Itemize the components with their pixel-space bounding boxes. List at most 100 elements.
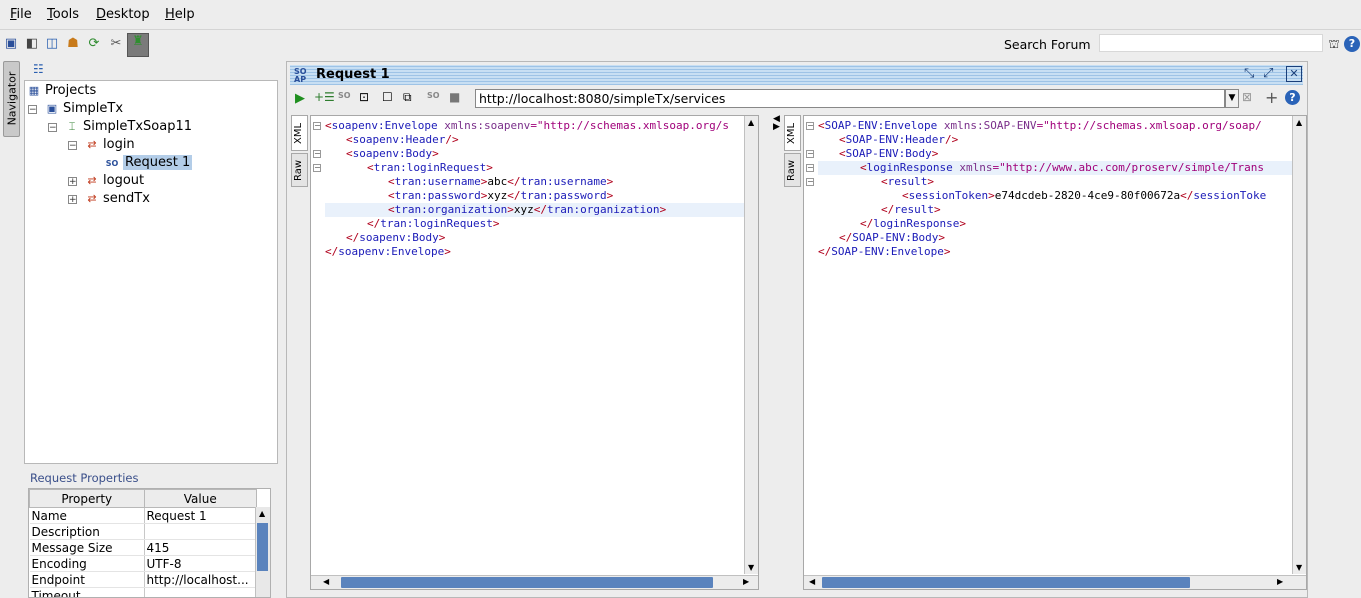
xml-line[interactable]: <tran:loginRequest> xyxy=(325,161,744,175)
projects-icon: ▦ xyxy=(28,84,40,97)
xml-line[interactable]: </tran:loginRequest> xyxy=(325,217,744,231)
tree-node-projects[interactable]: ▦ Projects xyxy=(27,82,96,99)
xml-line[interactable]: <result> xyxy=(818,175,1292,189)
tab-raw-response[interactable]: Raw xyxy=(784,153,801,187)
save-all-icon[interactable]: ◫ xyxy=(44,36,60,52)
response-xml-editor[interactable]: − − − − <SOAP-ENV:Envelope xmlns:SOAP-ENV="… xyxy=(803,115,1307,590)
tree-node-simpletxsoap11[interactable]: ⌶ SimpleTxSoap11 xyxy=(65,118,192,135)
request-xml-editor[interactable]: − − − <soapenv:Envelope xmlns:soapenv="htt… xyxy=(310,115,759,590)
expander-simpletx[interactable]: − xyxy=(28,105,37,115)
new-project-icon[interactable]: ▣ xyxy=(3,36,19,52)
response-editor-hscroll[interactable]: ◀ ▶ xyxy=(804,575,1306,589)
column-header-value[interactable]: Value xyxy=(143,489,257,508)
tree-node-sendtx[interactable]: ⇄ sendTx xyxy=(85,190,150,207)
menu-tools[interactable]: Tools xyxy=(47,7,79,22)
clone-request-icon[interactable]: SO xyxy=(338,91,351,100)
xml-line[interactable]: <soapenv:Body> xyxy=(325,147,744,161)
help-icon[interactable]: ? xyxy=(1344,36,1360,52)
fold-toggle[interactable]: − xyxy=(806,150,814,158)
fold-toggle[interactable]: − xyxy=(806,164,814,172)
add-to-testcase-icon[interactable]: +☰ xyxy=(314,90,335,104)
tree-node-request-1[interactable]: SO Request 1 xyxy=(105,154,193,171)
collapse-all-icon[interactable]: ☷ xyxy=(33,62,44,76)
scroll-thumb[interactable] xyxy=(341,577,713,588)
edit-endpoint-icon[interactable]: ⊠ xyxy=(1242,90,1252,104)
xml-line[interactable]: <SOAP-ENV:Body> xyxy=(818,147,1292,161)
expander-sendtx[interactable]: + xyxy=(68,195,77,205)
tree-node-logout[interactable]: ⇄ logout xyxy=(85,172,144,189)
xml-line[interactable]: <loginResponse xmlns="http://www.abc.com… xyxy=(818,161,1292,175)
xml-line[interactable]: <tran:password>xyz</tran:password> xyxy=(325,189,744,203)
tab-raw-request[interactable]: Raw xyxy=(291,153,308,187)
detach-icon[interactable]: ⤡ xyxy=(1244,66,1254,81)
fold-toggle[interactable]: − xyxy=(806,122,814,130)
import-icon[interactable]: ◧ xyxy=(24,36,40,52)
fold-toggle[interactable]: − xyxy=(313,150,321,158)
properties-scrollbar[interactable]: ▲ xyxy=(255,507,270,597)
add-endpoint-icon[interactable]: + xyxy=(1265,88,1278,107)
table-row[interactable]: Message Size 415 xyxy=(29,539,257,556)
xml-line[interactable]: </soapenv:Envelope> xyxy=(325,245,744,259)
xml-line[interactable]: </SOAP-ENV:Envelope> xyxy=(818,245,1292,259)
chevron-down-icon[interactable]: ▼ xyxy=(1225,89,1239,108)
menu-desktop[interactable]: Desktop xyxy=(96,7,150,22)
refresh-icon[interactable]: ⟳ xyxy=(86,36,102,52)
fold-toggle[interactable]: − xyxy=(313,164,321,172)
xml-line[interactable]: </result> xyxy=(818,203,1292,217)
request-editor-hscroll[interactable]: ◀ ▶ xyxy=(311,575,758,589)
table-row[interactable]: Description xyxy=(29,523,257,540)
xml-line[interactable]: <sessionToken>e74dcdeb-2820-4ce9-80f0067… xyxy=(818,189,1292,203)
tab-xml-response[interactable]: XML xyxy=(784,115,801,151)
xml-line[interactable]: </loginResponse> xyxy=(818,217,1292,231)
expander-simpletxsoap11[interactable]: − xyxy=(48,123,57,133)
table-row[interactable]: Endpoint http://localhost... xyxy=(29,571,257,588)
tree-node-login[interactable]: ⇄ login xyxy=(85,136,134,153)
xml-line[interactable]: </SOAP-ENV:Body> xyxy=(818,231,1292,245)
recreate-request-icon[interactable]: SO xyxy=(427,91,440,100)
menu-help[interactable]: Help xyxy=(165,7,195,22)
submit-request-icon[interactable]: ▶ xyxy=(295,91,305,106)
help-icon[interactable]: ? xyxy=(1285,90,1300,105)
expander-logout[interactable]: + xyxy=(68,177,77,187)
tree-node-simpletx[interactable]: ▣ SimpleTx xyxy=(45,100,123,117)
fold-toggle[interactable]: − xyxy=(313,122,321,130)
tools-icon[interactable]: ✂ xyxy=(108,36,124,52)
binoculars-icon[interactable]: ⛫ xyxy=(1326,36,1342,52)
xml-line[interactable]: <SOAP-ENV:Envelope xmlns:SOAP-ENV="http:… xyxy=(818,119,1292,133)
operation-icon: ⇄ xyxy=(87,174,97,187)
preferences-icon[interactable]: ☗ xyxy=(65,36,81,52)
scroll-thumb[interactable] xyxy=(257,523,268,571)
scroll-thumb[interactable] xyxy=(822,577,1190,588)
request-window: SO AP Request 1 ⤡ ⤢ ✕ ▶ +☰ SO ⊡ ☐ ⧉ SO ■ … xyxy=(286,61,1308,598)
table-row[interactable]: Encoding UTF-8 xyxy=(29,555,257,572)
menu-file[interactable]: File xyxy=(10,7,32,22)
create-default-request-icon[interactable]: ☐ xyxy=(382,90,393,104)
request-editor-vscroll[interactable]: ▲ ▼ xyxy=(744,116,758,574)
close-icon[interactable]: ✕ xyxy=(1286,66,1302,82)
maximize-icon[interactable]: ⤢ xyxy=(1263,66,1273,81)
xml-line[interactable]: <SOAP-ENV:Header/> xyxy=(818,133,1292,147)
cancel-request-icon[interactable]: ■ xyxy=(449,90,460,104)
fold-toggle[interactable]: − xyxy=(806,178,814,186)
request-editor-tabs: XML Raw xyxy=(291,115,309,195)
request-title: Request 1 xyxy=(316,67,390,82)
search-forum-input[interactable] xyxy=(1099,34,1323,52)
table-row[interactable]: Timeout xyxy=(29,587,257,597)
endpoint-select[interactable]: http://localhost:8080/simpleTx/services xyxy=(475,89,1225,108)
fold-gutter: − − − xyxy=(311,116,324,589)
table-row[interactable]: Name Request 1 xyxy=(29,507,257,524)
xml-line[interactable]: </soapenv:Body> xyxy=(325,231,744,245)
monitor-icon[interactable]: ♜ xyxy=(127,33,149,57)
create-empty-request-icon[interactable]: ⊡ xyxy=(359,90,369,104)
column-header-property[interactable]: Property xyxy=(29,489,145,508)
navigator-tab[interactable]: Navigator xyxy=(3,61,20,137)
tab-xml-request[interactable]: XML xyxy=(291,115,308,151)
splitter-arrows-icon[interactable]: ◀ ▶ xyxy=(773,115,780,132)
copy-request-icon[interactable]: ⧉ xyxy=(403,90,412,105)
xml-line[interactable]: <soapenv:Header/> xyxy=(325,133,744,147)
xml-line[interactable]: <tran:username>abc</tran:username> xyxy=(325,175,744,189)
response-editor-vscroll[interactable]: ▲ ▼ xyxy=(1292,116,1306,574)
xml-line[interactable]: <soapenv:Envelope xmlns:soapenv="http://… xyxy=(325,119,744,133)
expander-login[interactable]: − xyxy=(68,141,77,151)
xml-line[interactable]: <tran:organization>xyz</tran:organizatio… xyxy=(325,203,744,217)
